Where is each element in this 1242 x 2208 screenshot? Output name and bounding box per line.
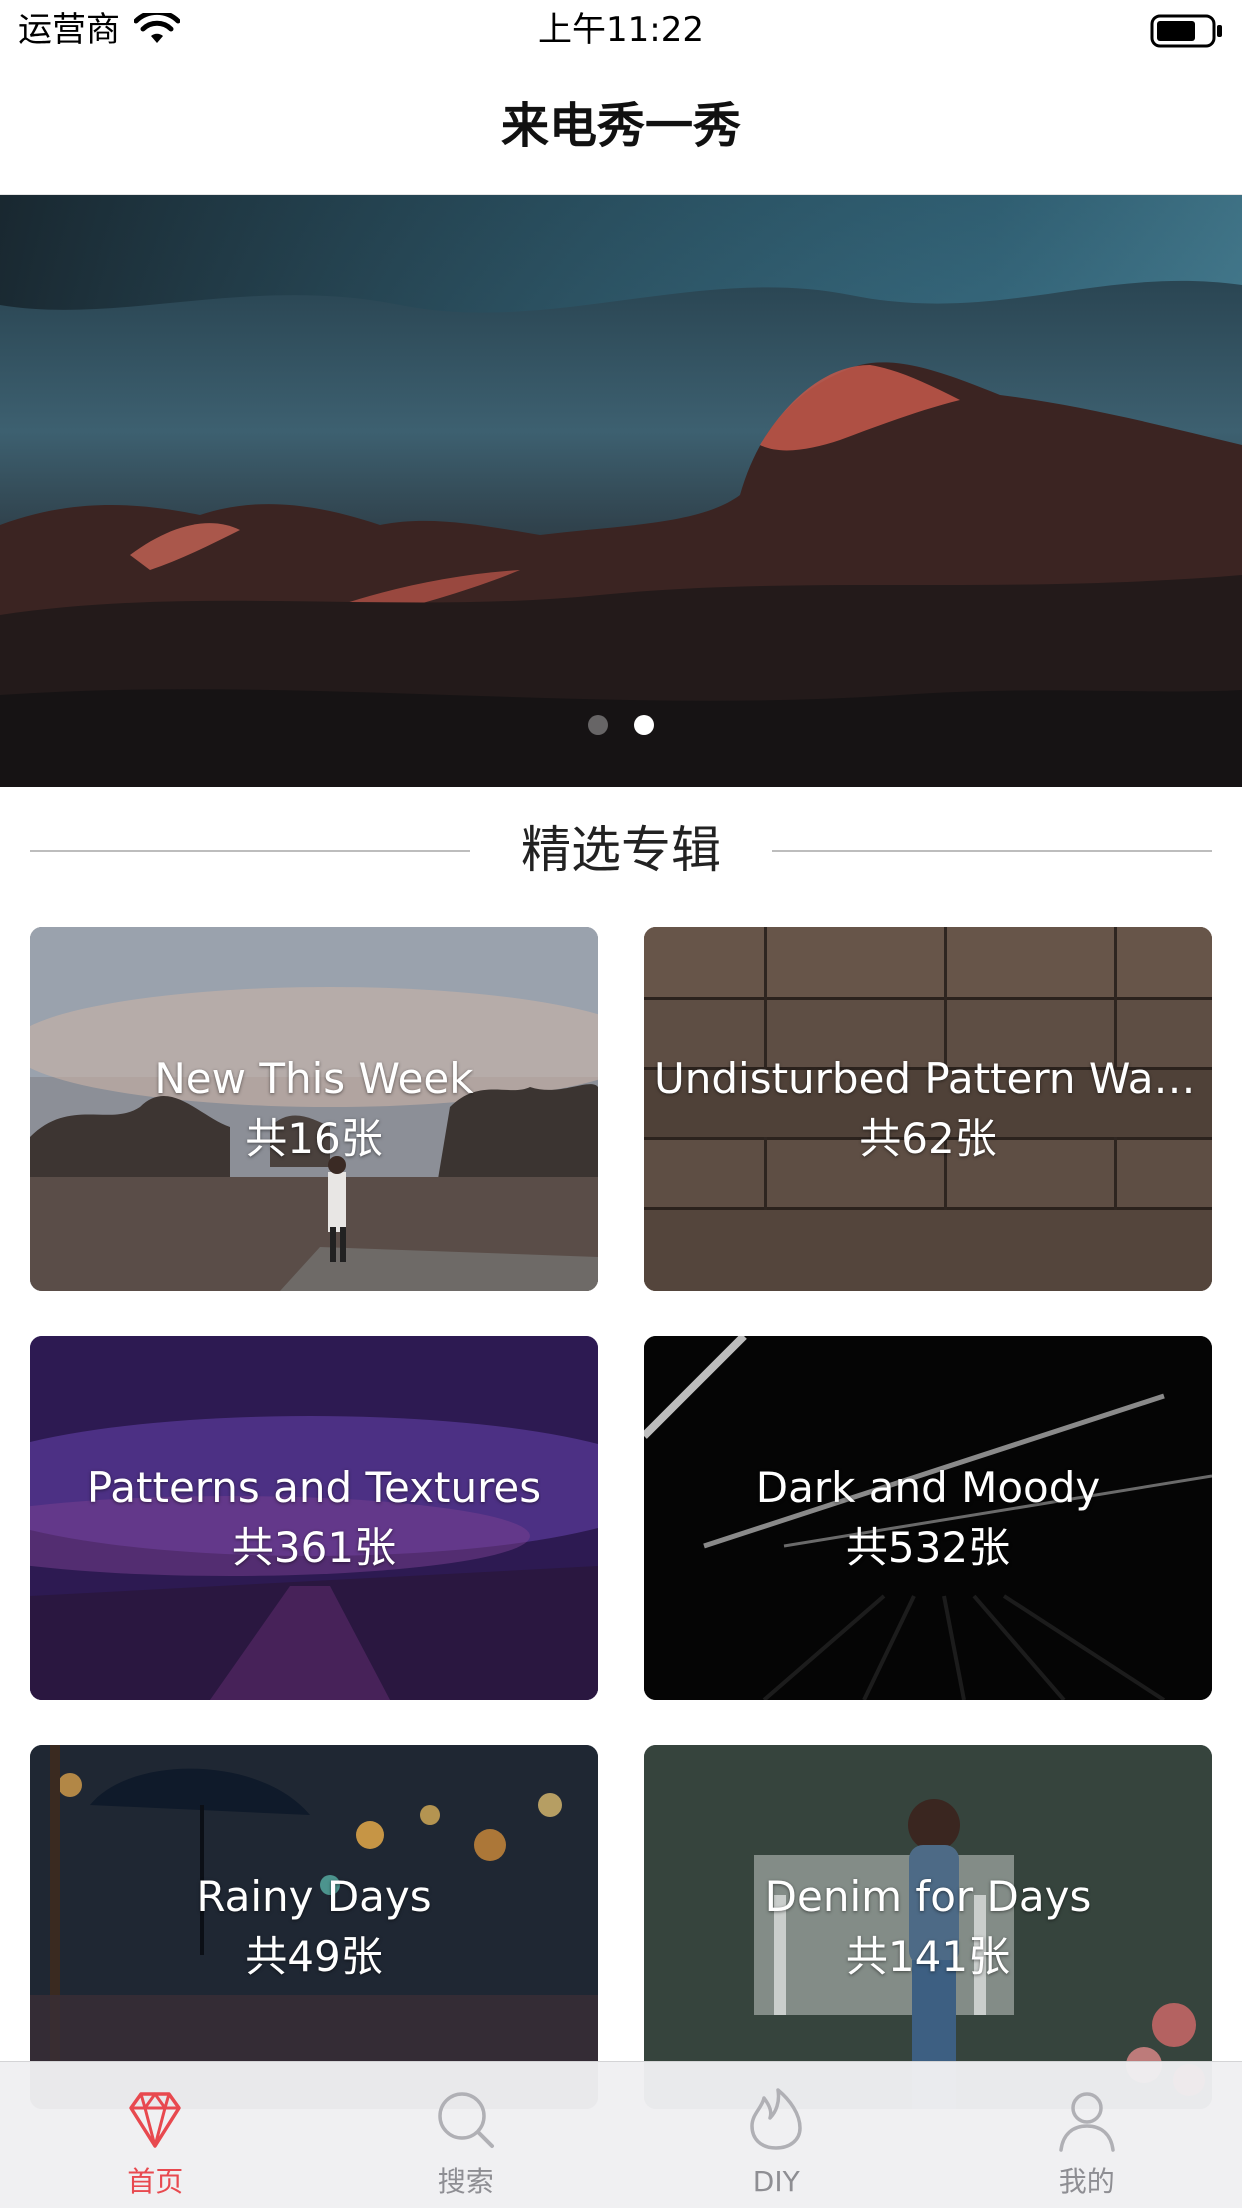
section-header: 精选专辑 (30, 820, 1212, 880)
album-title: New This Week (154, 1054, 474, 1103)
tab-mine[interactable]: 我的 (932, 2062, 1242, 2208)
album-count: 共361张 (231, 1523, 397, 1572)
album-card-new-this-week[interactable]: New This Week 共16张 (30, 927, 598, 1291)
status-time: 上午11:22 (538, 10, 704, 50)
tab-label: DIY (752, 2165, 800, 2198)
album-count: 共49张 (245, 1932, 383, 1981)
status-bar: 运营商 上午11:22 (0, 0, 1242, 60)
album-card-denim-for-days[interactable]: Denim for Days 共141张 (644, 1745, 1212, 2109)
album-count: 共141张 (845, 1932, 1011, 1981)
album-title: Rainy Days (196, 1872, 432, 1921)
album-title: Dark and Moody (755, 1463, 1101, 1512)
album-card-dark-and-moody[interactable]: Dark and Moody 共532张 (644, 1336, 1212, 1700)
tab-search[interactable]: 搜索 (311, 2062, 622, 2208)
tab-label: 搜索 (437, 2165, 494, 2198)
album-info: Dark and Moody 共532张 (644, 1336, 1212, 1700)
tab-diy[interactable]: DIY (621, 2062, 932, 2208)
navigation-bar: 来电秀一秀 (0, 60, 1242, 195)
diamond-icon (129, 2092, 181, 2148)
battery-icon (1150, 14, 1222, 48)
person-icon (1059, 2092, 1115, 2152)
album-title: Undisturbed Pattern Wall... (654, 1054, 1202, 1103)
banner-carousel[interactable] (0, 195, 1242, 787)
album-info: Rainy Days 共49张 (30, 1745, 598, 2109)
album-info: Undisturbed Pattern Wall... 共62张 (644, 927, 1212, 1291)
divider-right (772, 850, 1212, 852)
page-dot-2-active[interactable] (634, 715, 654, 735)
banner-image (0, 195, 1242, 787)
tab-home[interactable]: 首页 (0, 2062, 311, 2208)
album-count: 共532张 (845, 1523, 1011, 1572)
album-info: New This Week 共16张 (30, 927, 598, 1291)
search-icon (438, 2092, 494, 2148)
tab-bar: 首页 搜索 DIY 我的 (0, 2061, 1242, 2208)
page-dot-1[interactable] (588, 715, 608, 735)
tab-label: 首页 (127, 2165, 184, 2198)
album-info: Patterns and Textures 共361张 (30, 1336, 598, 1700)
album-count: 共16张 (245, 1114, 383, 1163)
page-indicator[interactable] (0, 715, 1242, 735)
album-count: 共62张 (859, 1114, 997, 1163)
album-title: Patterns and Textures (86, 1463, 542, 1512)
tab-label: 我的 (1058, 2165, 1115, 2198)
album-info: Denim for Days 共141张 (644, 1745, 1212, 2109)
flame-icon (750, 2088, 802, 2150)
album-card-rainy-days[interactable]: Rainy Days 共49张 (30, 1745, 598, 2109)
album-card-undisturbed-pattern[interactable]: Undisturbed Pattern Wall... 共62张 (644, 927, 1212, 1291)
album-title: Denim for Days (764, 1872, 1092, 1921)
page-title: 来电秀一秀 (500, 98, 741, 154)
album-card-patterns-and-textures[interactable]: Patterns and Textures 共361张 (30, 1336, 598, 1700)
app-screen: 运营商 上午11:22 来电秀一秀 精选专辑 New This Week 共16… (0, 0, 1242, 2208)
